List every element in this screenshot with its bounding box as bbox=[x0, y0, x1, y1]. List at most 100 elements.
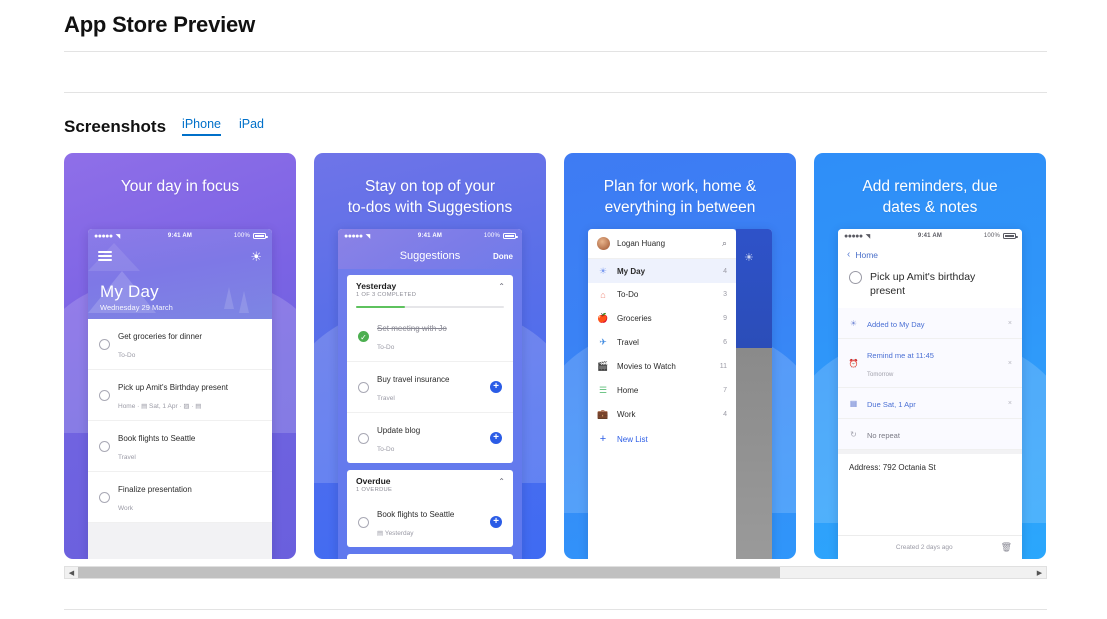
suggestion-card: Overdue 1 OVERDUE ⌃ Book flights to Seat… bbox=[347, 470, 513, 547]
chevron-up-icon[interactable]: ⌃ bbox=[498, 477, 505, 486]
battery-icon bbox=[503, 233, 518, 239]
briefcase-icon: 💼 bbox=[597, 408, 609, 419]
meta-primary: Remind me at 11:45 bbox=[867, 351, 934, 360]
home-check-icon: ⌂ bbox=[600, 289, 606, 300]
screenshot-card-1[interactable]: Your day in focus ●●●●● ◥ 9:41 AM 100% ☀… bbox=[64, 153, 296, 559]
list-item-work[interactable]: 💼 Work 4 bbox=[588, 402, 736, 426]
checkbox-circle-icon[interactable] bbox=[358, 381, 369, 393]
hamburger-icon[interactable] bbox=[98, 251, 112, 261]
my-day-task-list: Get groceries for dinner To-Do Pick up A… bbox=[88, 319, 272, 559]
task-row[interactable]: Book flights to Seattle Travel bbox=[88, 421, 272, 472]
remove-icon[interactable]: × bbox=[1008, 320, 1012, 327]
screenshot-card-2[interactable]: Stay on top of your to-dos with Suggesti… bbox=[314, 153, 546, 559]
detail-nav[interactable]: ‹ Home bbox=[838, 243, 1022, 266]
task-subtitle: Home · ▤ Sat, 1 Apr · ▨ · ▤ bbox=[118, 403, 202, 410]
status-bar-4: ●●●●● ◥ 9:41 AM 100% bbox=[838, 229, 1022, 243]
meta-row-due-date[interactable]: ▦ Due Sat, 1 Apr × bbox=[838, 388, 1022, 419]
battery-icon bbox=[1003, 233, 1018, 239]
suggestions-header: ●●●●● ◥ 9:41 AM 100% Suggestions Done bbox=[338, 229, 522, 269]
plus-icon: + bbox=[599, 433, 607, 445]
my-day-title: My Day bbox=[100, 282, 159, 301]
task-row[interactable]: Get groceries for dinner To-Do bbox=[88, 319, 272, 370]
list-item-to-do[interactable]: ⌂ To-Do 3 bbox=[588, 283, 736, 306]
account-row[interactable]: Logan Huang ⌕ bbox=[588, 229, 736, 259]
status-time: 9:41 AM bbox=[417, 233, 443, 239]
status-time: 9:41 AM bbox=[167, 233, 193, 239]
task-subtitle: To-Do bbox=[377, 344, 395, 351]
checkbox-circle-icon[interactable] bbox=[99, 338, 110, 350]
task-title: Pick up Amit's Birthday present bbox=[118, 383, 229, 392]
done-button[interactable]: Done bbox=[493, 252, 513, 261]
back-chevron-icon[interactable]: ‹ bbox=[847, 249, 850, 260]
checkbox-circle-icon[interactable] bbox=[99, 491, 110, 503]
phone-mock-3: ☀ Logan Huang ⌕ ☀ My Day 4 ⌂ To-Do 3 🍎 G… bbox=[588, 229, 772, 559]
new-list-label: New List bbox=[617, 434, 648, 444]
page-title: App Store Preview bbox=[64, 12, 255, 37]
wifi-icon: ◥ bbox=[115, 233, 121, 240]
tab-ipad[interactable]: iPad bbox=[239, 117, 264, 136]
screenshot-caption-1: Your day in focus bbox=[120, 178, 240, 195]
add-task-icon[interactable]: + bbox=[490, 432, 502, 444]
suggestions-body: Yesterday 1 OF 3 COMPLETED ⌃ Set meeting… bbox=[338, 269, 522, 559]
horizontal-scrollbar[interactable]: ◀ ▶ bbox=[64, 566, 1047, 579]
remove-icon[interactable]: × bbox=[1008, 360, 1012, 367]
checkbox-circle-icon[interactable] bbox=[849, 271, 862, 284]
chevron-up-icon[interactable]: ⌃ bbox=[498, 282, 505, 291]
detail-task-header: Pick up Amit's birthday present bbox=[838, 266, 1022, 308]
trash-icon[interactable]: 🗑 bbox=[1001, 542, 1012, 553]
scrollbar-thumb[interactable] bbox=[78, 567, 780, 578]
remove-icon[interactable]: × bbox=[1008, 400, 1012, 407]
suggestion-row[interactable]: Book flights to Seattle ▤ Yesterday + bbox=[347, 497, 513, 547]
signal-icon: ●●●●● bbox=[94, 232, 113, 240]
status-bar-2: ●●●●● ◥ 9:41 AM 100% bbox=[338, 229, 522, 243]
list-item-groceries[interactable]: 🍎 Groceries 9 bbox=[588, 306, 736, 330]
checkbox-circle-icon[interactable] bbox=[358, 516, 369, 528]
meta-row-reminder[interactable]: ⏰ Remind me at 11:45 Tomorrow × bbox=[838, 339, 1022, 388]
signal-icon: ●●●●● bbox=[344, 232, 363, 240]
new-list-row[interactable]: + New List bbox=[588, 426, 736, 452]
phone-mock-2: ●●●●● ◥ 9:41 AM 100% Suggestions Done Ye… bbox=[338, 229, 522, 559]
task-subtitle: Travel bbox=[118, 454, 136, 461]
list-label: Work bbox=[617, 409, 636, 419]
add-task-icon[interactable]: + bbox=[490, 516, 502, 528]
bell-clock-icon: ⏰ bbox=[848, 358, 859, 368]
list-count: 7 bbox=[723, 386, 727, 394]
meta-row-repeat[interactable]: ↻ No repeat bbox=[838, 419, 1022, 450]
task-row[interactable]: Finalize presentation Work bbox=[88, 472, 272, 523]
list-item-my-day[interactable]: ☀ My Day 4 bbox=[588, 259, 736, 283]
task-row[interactable]: Pick up Amit's Birthday present Home · ▤… bbox=[88, 370, 272, 421]
battery-percent: 100% bbox=[983, 233, 1000, 239]
list-item-travel[interactable]: ✈ Travel 6 bbox=[588, 330, 736, 354]
search-icon[interactable]: ⌕ bbox=[722, 238, 727, 249]
scroll-left-arrow-icon[interactable]: ◀ bbox=[65, 569, 78, 577]
checkbox-circle-icon[interactable] bbox=[99, 389, 110, 401]
scroll-right-arrow-icon[interactable]: ▶ bbox=[1033, 569, 1046, 577]
card-title: Overdue bbox=[356, 476, 391, 486]
dimmed-background-screen: ☀ bbox=[736, 229, 772, 559]
suggestion-row[interactable]: Set meeting with Jo To-Do bbox=[347, 311, 513, 362]
screenshots-strip[interactable]: Your day in focus ●●●●● ◥ 9:41 AM 100% ☀… bbox=[64, 153, 1047, 559]
add-task-icon[interactable]: + bbox=[490, 381, 502, 393]
meta-row-added-to-my-day[interactable]: ☀ Added to My Day × bbox=[838, 308, 1022, 339]
list-item-home[interactable]: ☰ Home 7 bbox=[588, 378, 736, 402]
task-subtitle: Travel bbox=[377, 395, 395, 402]
task-subtitle: To-Do bbox=[377, 446, 395, 453]
apple-icon: 🍎 bbox=[597, 312, 609, 323]
list-item-movies-to-watch[interactable]: 🎬 Movies to Watch 11 bbox=[588, 354, 736, 378]
tab-iphone[interactable]: iPhone bbox=[182, 117, 221, 136]
app-store-preview-page: App Store Preview Screenshots iPhone iPa… bbox=[0, 0, 1107, 619]
note-text[interactable]: Address: 792 Octania St bbox=[838, 450, 1022, 535]
scrollbar-track[interactable] bbox=[78, 567, 1033, 578]
checkbox-circle-icon[interactable] bbox=[99, 440, 110, 452]
lightbulb-icon[interactable]: ☀ bbox=[250, 250, 262, 263]
list-label: To-Do bbox=[617, 290, 639, 299]
checkbox-circle-icon[interactable] bbox=[358, 432, 369, 444]
screenshot-card-4[interactable]: Add reminders, due dates & notes ●●●●● ◥… bbox=[814, 153, 1046, 559]
back-label[interactable]: Home bbox=[855, 250, 878, 260]
screenshot-card-3[interactable]: Plan for work, home & everything in betw… bbox=[564, 153, 796, 559]
tree-shape-b bbox=[238, 291, 249, 313]
suggestion-row[interactable]: Buy travel insurance Travel + bbox=[347, 362, 513, 413]
checkbox-checked-icon[interactable] bbox=[358, 330, 369, 342]
suggestion-row[interactable]: Update blog To-Do + bbox=[347, 413, 513, 463]
screenshot-caption-4: Add reminders, due dates & notes bbox=[862, 178, 998, 216]
